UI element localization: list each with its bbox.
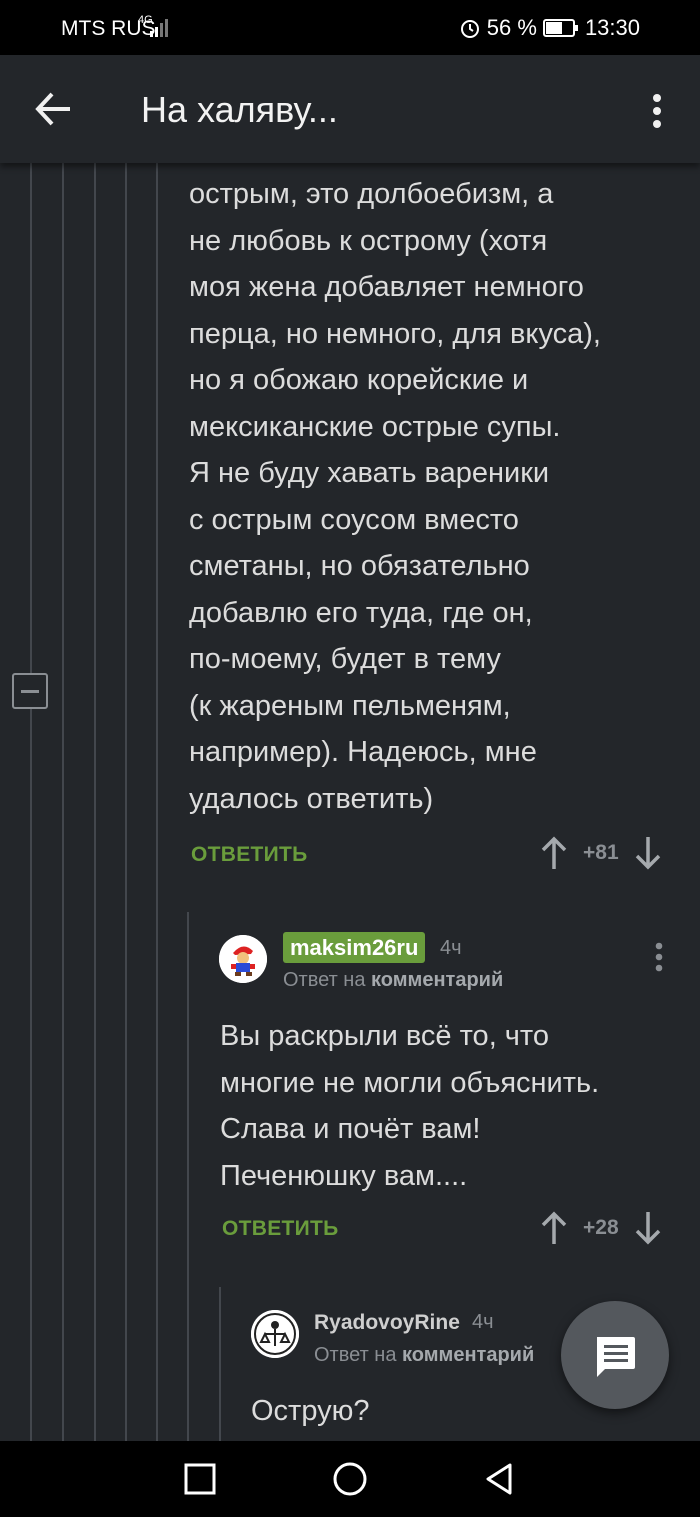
reply-to-prefix: Ответ на xyxy=(283,969,366,991)
vote-controls: +81 xyxy=(541,836,661,870)
thread-line xyxy=(94,163,96,1441)
comment-text: Острую? xyxy=(251,1395,370,1427)
comment-line: многие не могли объяснить. xyxy=(220,1066,600,1099)
mario-avatar-icon xyxy=(219,935,267,983)
rating-count: +28 xyxy=(583,1216,619,1239)
comment-line: Слава и почёт вам! xyxy=(220,1113,481,1145)
reply-button[interactable]: ОТВЕТИТЬ xyxy=(191,843,308,867)
comment-text: острым, это долбоебизм, а не любовь к ос… xyxy=(189,171,659,822)
reply-to-link[interactable]: комментарий xyxy=(402,1344,534,1366)
comment-line: острым, это долбоебизм, а xyxy=(189,178,554,210)
comment-line: сметаны, но обязательно xyxy=(189,550,530,582)
comment-icon xyxy=(597,1337,635,1377)
home-icon[interactable] xyxy=(332,1461,368,1497)
comment-line: по-моему, будет в тему xyxy=(189,643,501,675)
reply-to-label: Ответ на комментарий xyxy=(283,969,503,992)
avatar[interactable] xyxy=(219,935,267,983)
comment-line: моя жена добавляет немного xyxy=(189,271,584,303)
comment-time: 4ч xyxy=(440,937,462,959)
thread-line xyxy=(62,163,64,1441)
comment-line: мексиканские острые супы. xyxy=(189,410,561,443)
thread-line xyxy=(156,163,158,1441)
page-title: На халяву... xyxy=(141,89,338,130)
username-badge[interactable]: maksim26ru xyxy=(283,932,426,963)
alarm-icon xyxy=(460,20,479,38)
thread-line xyxy=(187,912,189,1441)
avatar[interactable] xyxy=(251,1310,299,1358)
comment-line: не любовь к острому (хотя xyxy=(189,224,548,257)
comment-line: например). Надеюсь, мне xyxy=(189,736,537,768)
recent-apps-icon[interactable] xyxy=(182,1461,218,1497)
status-right: 56 % 13:30 xyxy=(459,15,640,41)
reply-to-label: Ответ на комментарий xyxy=(314,1344,534,1367)
signal-icon xyxy=(150,19,168,37)
back-triangle-icon[interactable] xyxy=(482,1461,518,1497)
vote-controls: +28 xyxy=(541,1211,661,1245)
status-bar: MTS RUS 4G 56 % 13:30 xyxy=(0,0,700,55)
emblem-avatar-icon xyxy=(251,1310,299,1358)
arrow-up-icon[interactable] xyxy=(541,836,567,870)
comment-line: с острым соусом вместо xyxy=(189,503,519,536)
system-nav-bar xyxy=(0,1441,700,1517)
reply-to-link[interactable]: комментарий xyxy=(371,969,503,991)
comment-line: Печенюшку вам.... xyxy=(220,1159,468,1192)
reply-to-prefix: Ответ на xyxy=(314,1344,397,1366)
arrow-left-icon[interactable] xyxy=(34,91,74,127)
comment-line: перца, но немного, для вкуса), xyxy=(189,317,601,350)
clock: 13:30 xyxy=(584,15,640,40)
thread-line xyxy=(219,1287,221,1441)
comment-line: Я не буду хавать вареники xyxy=(189,457,550,489)
thread-line xyxy=(125,163,127,1441)
comment-time: 4ч xyxy=(472,1311,494,1333)
app-bar: На халяву... xyxy=(0,55,700,163)
comment-line: Вы раскрыли всё то, что xyxy=(220,1020,549,1052)
comment-fab-button[interactable] xyxy=(561,1301,669,1409)
arrow-down-icon[interactable] xyxy=(635,836,661,870)
comment-line: удалось ответить) xyxy=(189,782,434,815)
more-vertical-icon[interactable] xyxy=(654,942,664,972)
arrow-down-icon[interactable] xyxy=(635,1211,661,1245)
thread-line xyxy=(30,163,32,1441)
comment-line: добавлю его туда, где он, xyxy=(189,596,533,629)
comment-text: Вы раскрыли всё то, что многие не могли … xyxy=(220,1013,670,1199)
battery-percent: 56 % xyxy=(486,15,537,40)
battery-icon xyxy=(542,19,578,37)
comment-line: но я обожаю корейские и xyxy=(189,364,529,396)
reply-button[interactable]: ОТВЕТИТЬ xyxy=(222,1217,339,1241)
minus-square-icon[interactable] xyxy=(12,673,48,709)
arrow-up-icon[interactable] xyxy=(541,1211,567,1245)
comment-line: (к жареным пельменям, xyxy=(189,689,511,722)
username[interactable]: RyadovoyRine xyxy=(314,1311,460,1335)
more-vertical-icon[interactable] xyxy=(646,93,668,129)
rating-count: +81 xyxy=(583,841,619,864)
